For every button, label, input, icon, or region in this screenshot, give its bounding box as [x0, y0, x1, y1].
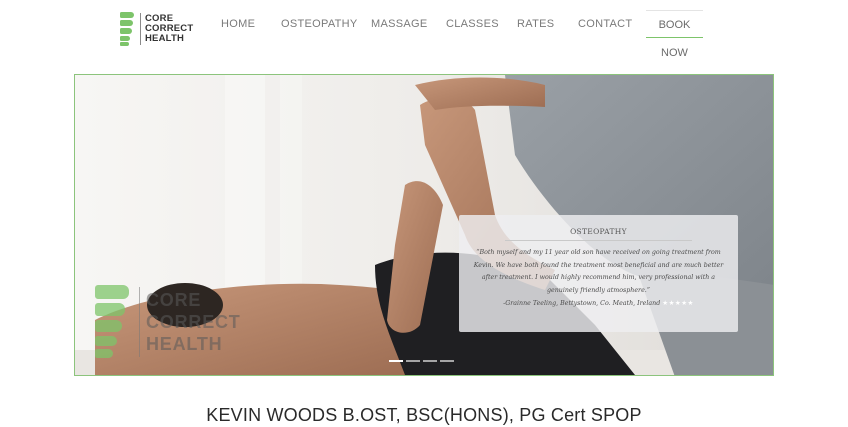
nav-massage[interactable]: MASSAGE [371, 18, 428, 30]
testimonial-quote: “Both myself and my 11 year old son have… [471, 247, 726, 311]
hero-watermark-logo: CORE CORRECT HEALTH [93, 283, 241, 361]
slide-dot[interactable] [389, 360, 403, 362]
spine-logo-icon [93, 283, 133, 361]
hero-logo-line: HEALTH [146, 334, 223, 354]
nav-rates[interactable]: RATES [517, 18, 554, 30]
nav-osteopathy[interactable]: OSTEOPATHY [281, 18, 358, 30]
hero-logo-text: CORE CORRECT HEALTH [146, 289, 241, 355]
testimonial-author: -Grainne Teeling, Bettystown, Co. Meath,… [503, 300, 661, 307]
testimonial-title: OSTEOPATHY [505, 227, 692, 241]
nav-contact[interactable]: CONTACT [578, 18, 632, 30]
nav-classes[interactable]: CLASSES [446, 18, 499, 30]
page-headline: KEVIN WOODS B.OST, BSC(HONS), PG Cert SP… [206, 405, 642, 425]
hero-slider[interactable]: CORE CORRECT HEALTH OSTEOPATHY “Both mys… [74, 74, 774, 376]
hero-logo-line: CORRECT [146, 312, 241, 332]
rating-stars-icon: ★★★★★ [662, 299, 694, 307]
nav-home[interactable]: HOME [221, 18, 255, 30]
testimonial-card: OSTEOPATHY “Both myself and my 11 year o… [459, 215, 738, 332]
logo-divider [139, 287, 140, 357]
slide-dot[interactable] [423, 360, 437, 362]
testimonial-quote-text: “Both myself and my 11 year old son have… [473, 249, 724, 294]
site-header: CORE CORRECT HEALTH HOME OSTEOPATHY MASS… [0, 0, 848, 59]
main-nav: HOME OSTEOPATHY MASSAGE CLASSES RATES CO… [0, 0, 848, 59]
slide-dot[interactable] [406, 360, 420, 362]
slider-pagination [389, 360, 454, 362]
book-now-button[interactable]: BOOK NOW [646, 10, 703, 59]
hero-logo-line: CORE [146, 290, 202, 310]
slide-dot[interactable] [440, 360, 454, 362]
